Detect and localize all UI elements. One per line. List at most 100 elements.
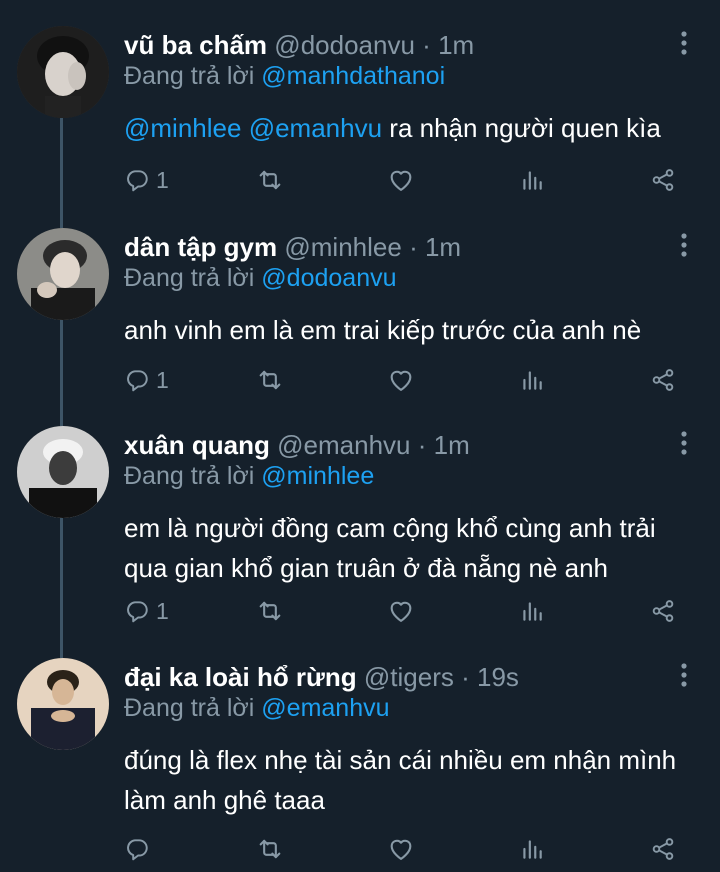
- avatar[interactable]: [17, 26, 109, 118]
- share-icon: [650, 836, 676, 862]
- action-bar: 1: [0, 363, 720, 397]
- reply-thread: vũ ba chấm @dodoanvu · 1m Đang trả lời @…: [0, 0, 720, 872]
- analytics-button[interactable]: [519, 363, 545, 397]
- display-name[interactable]: đại ka loài hổ rừng: [124, 662, 357, 692]
- tweet-text-content: anh vinh em là em trai kiếp trước của an…: [124, 315, 642, 345]
- user-handle[interactable]: @emanhvu: [277, 430, 410, 460]
- tweet[interactable]: dân tập gym @minhlee · 1m Đang trả lời @…: [0, 202, 720, 402]
- mention-link[interactable]: @minhlee: [124, 113, 241, 143]
- analytics-icon: [519, 836, 545, 862]
- share-button[interactable]: [650, 832, 676, 866]
- tweet[interactable]: đại ka loài hổ rừng @tigers · 19s Đang t…: [0, 632, 720, 872]
- more-icon: [672, 230, 696, 260]
- analytics-button[interactable]: [519, 594, 545, 628]
- more-options-button[interactable]: [672, 428, 696, 458]
- tweet-header: dân tập gym @minhlee · 1m: [124, 230, 461, 264]
- retweet-button[interactable]: [256, 363, 284, 397]
- display-name[interactable]: xuân quang: [124, 430, 270, 460]
- like-icon: [387, 166, 415, 194]
- retweet-icon: [256, 597, 284, 625]
- tweet-text: đúng là flex nhẹ tài sản cái nhiều em nh…: [124, 740, 704, 820]
- analytics-icon: [519, 598, 545, 624]
- reply-icon: [124, 367, 150, 393]
- tweet-text-content: ra nhận người quen kìa: [389, 113, 661, 143]
- more-options-button[interactable]: [672, 28, 696, 58]
- timestamp[interactable]: 1m: [434, 430, 470, 460]
- tweet[interactable]: xuân quang @emanhvu · 1m Đang trả lời @m…: [0, 400, 720, 636]
- tweet[interactable]: vũ ba chấm @dodoanvu · 1m Đang trả lời @…: [0, 0, 720, 206]
- avatar[interactable]: [17, 426, 109, 518]
- tweet-text: anh vinh em là em trai kiếp trước của an…: [124, 310, 704, 350]
- like-button[interactable]: [387, 163, 415, 197]
- replying-to-handle[interactable]: @emanhvu: [261, 694, 389, 722]
- separator-dot: ·: [409, 232, 418, 262]
- separator-dot: ·: [422, 30, 431, 60]
- timestamp[interactable]: 19s: [477, 662, 519, 692]
- mention-link[interactable]: @emanhvu: [249, 113, 382, 143]
- like-icon: [387, 366, 415, 394]
- action-bar: [0, 832, 720, 866]
- replying-to-label: Đang trả lời: [124, 62, 255, 90]
- avatar-image: [17, 26, 109, 118]
- more-options-button[interactable]: [672, 660, 696, 690]
- like-button[interactable]: [387, 363, 415, 397]
- retweet-icon: [256, 366, 284, 394]
- user-handle[interactable]: @minhlee: [284, 232, 401, 262]
- tweet-text-content: đúng là flex nhẹ tài sản cái nhiều em nh…: [124, 745, 677, 815]
- tweet-header: vũ ba chấm @dodoanvu · 1m: [124, 28, 474, 62]
- tweet-text: em là người đồng cam cộng khổ cùng anh t…: [124, 508, 704, 588]
- replying-to-handle[interactable]: @minhlee: [261, 462, 374, 490]
- separator-dot: ·: [417, 430, 427, 460]
- more-icon: [672, 428, 696, 458]
- share-button[interactable]: [650, 363, 676, 397]
- analytics-button[interactable]: [519, 832, 545, 866]
- like-button[interactable]: [387, 832, 415, 866]
- analytics-icon: [519, 167, 545, 193]
- replying-to-label: Đang trả lời: [124, 694, 255, 722]
- replying-to-handle[interactable]: @manhdathanoi: [261, 62, 445, 90]
- analytics-icon: [519, 367, 545, 393]
- timestamp[interactable]: 1m: [438, 30, 474, 60]
- share-icon: [650, 367, 676, 393]
- reply-button[interactable]: [124, 832, 156, 866]
- retweet-button[interactable]: [256, 163, 284, 197]
- replying-to-label: Đang trả lời: [124, 462, 255, 490]
- like-button[interactable]: [387, 594, 415, 628]
- replying-to-label: Đang trả lời: [124, 264, 255, 292]
- user-handle[interactable]: @tigers: [364, 662, 454, 692]
- avatar[interactable]: [17, 228, 109, 320]
- share-icon: [650, 598, 676, 624]
- share-button[interactable]: [650, 594, 676, 628]
- reply-icon: [124, 836, 150, 862]
- separator-dot: ·: [461, 662, 470, 692]
- avatar[interactable]: [17, 658, 109, 750]
- replying-to: Đang trả lời @manhdathanoi: [124, 60, 445, 92]
- more-icon: [672, 28, 696, 58]
- reply-button[interactable]: 1: [124, 363, 169, 397]
- user-handle[interactable]: @dodoanvu: [274, 30, 415, 60]
- replying-to-handle[interactable]: @dodoanvu: [261, 264, 396, 292]
- reply-button[interactable]: 1: [124, 163, 169, 197]
- more-options-button[interactable]: [672, 230, 696, 260]
- reply-count: 1: [156, 598, 169, 624]
- replying-to: Đang trả lời @minhlee: [124, 460, 374, 492]
- reply-icon: [124, 598, 150, 624]
- retweet-button[interactable]: [256, 594, 284, 628]
- retweet-button[interactable]: [256, 832, 284, 866]
- avatar-image: [17, 426, 109, 518]
- avatar-image: [17, 658, 109, 750]
- display-name[interactable]: dân tập gym: [124, 232, 277, 262]
- reply-icon: [124, 167, 150, 193]
- share-button[interactable]: [650, 163, 676, 197]
- tweet-header: xuân quang @emanhvu · 1m: [124, 428, 470, 462]
- replying-to: Đang trả lời @dodoanvu: [124, 262, 397, 294]
- action-bar: 1: [0, 163, 720, 197]
- like-icon: [387, 597, 415, 625]
- reply-button[interactable]: 1: [124, 594, 169, 628]
- analytics-button[interactable]: [519, 163, 545, 197]
- avatar-image: [17, 228, 109, 320]
- retweet-icon: [256, 166, 284, 194]
- timestamp[interactable]: 1m: [425, 232, 461, 262]
- display-name[interactable]: vũ ba chấm: [124, 30, 267, 60]
- tweet-text: @minhlee @emanhvu ra nhận người quen kìa: [124, 108, 704, 148]
